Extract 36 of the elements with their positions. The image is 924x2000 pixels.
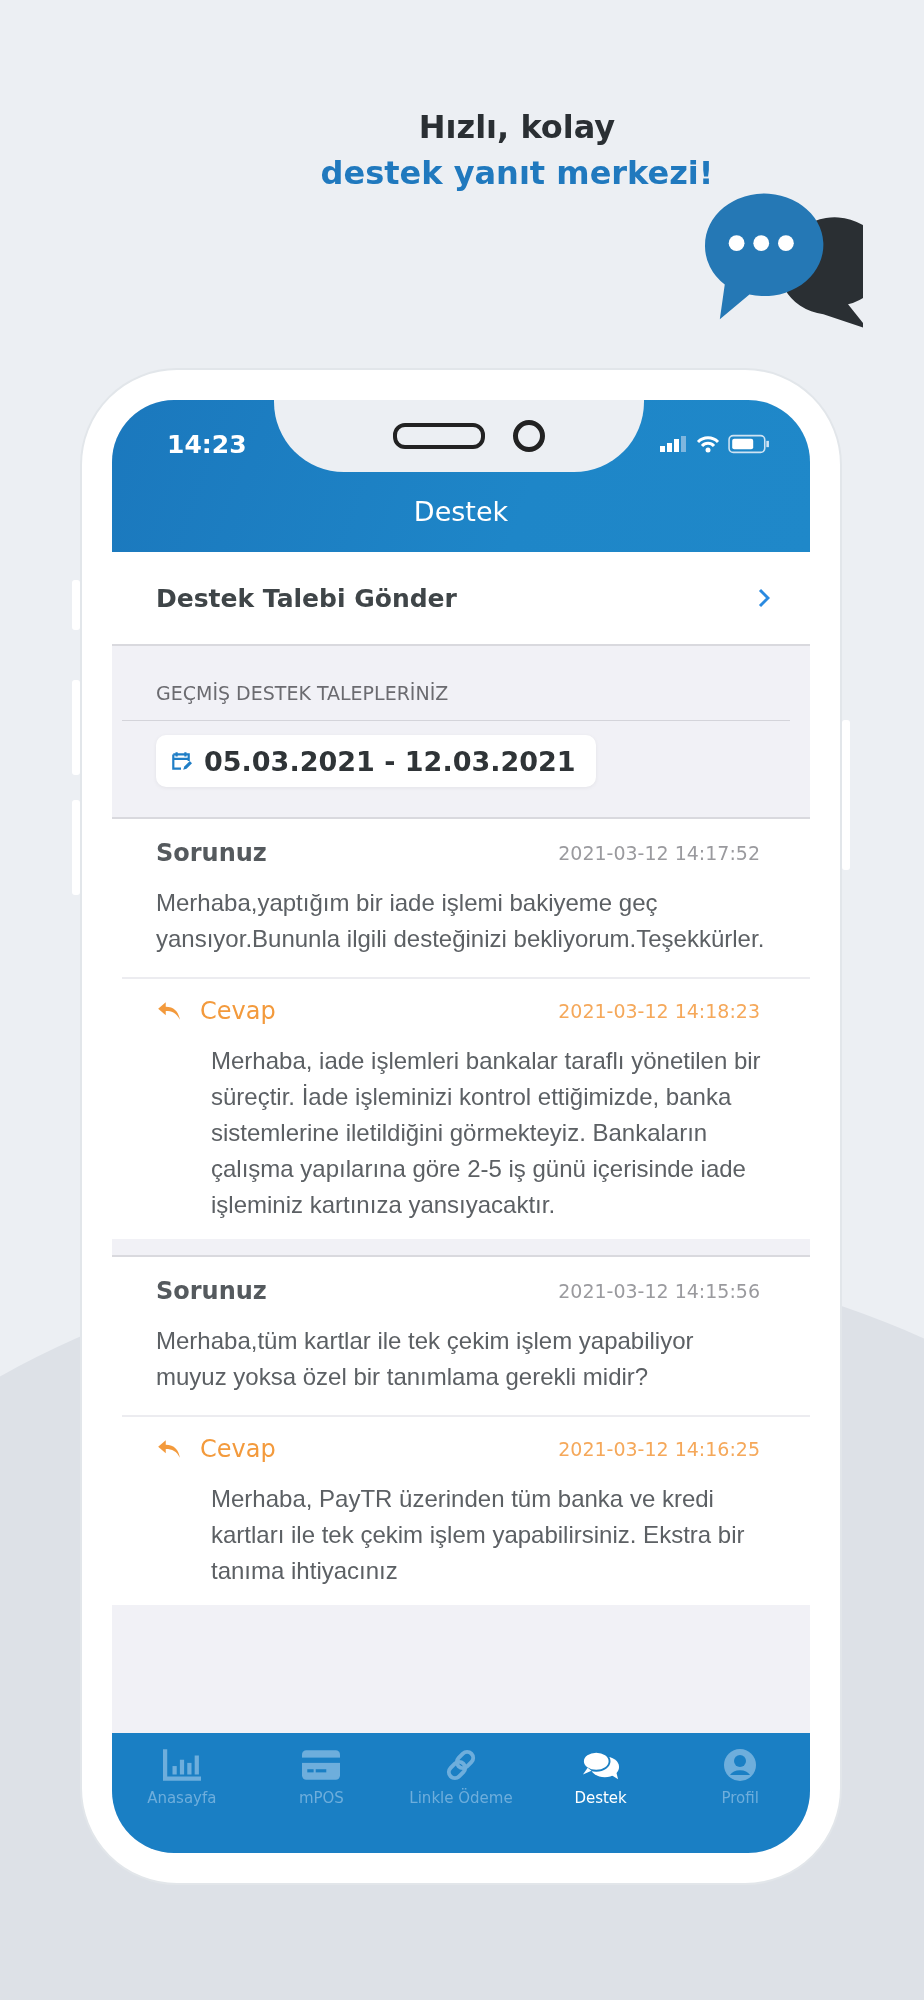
answer-text: Merhaba, iade işlemleri bankalar taraflı yönetilen bir süreçtir. İade işleminizi kontrol ettiğimizde, banka sistemlerine iletildiğini görmekteyiz. Bankaların çalışma yapılarına göre 2-5 iş günü içerisinde iade işleminiz kartınıza yansıyacaktır. xyxy=(210,1046,762,1220)
tab-bar-item[interactable]: Linkle Ödeme xyxy=(391,1733,531,1853)
question-time: 2021-03-12 14:17:52 xyxy=(558,842,760,864)
promo-headline: Hızlı, kolay xyxy=(417,108,617,146)
chevron-right-icon xyxy=(758,588,770,608)
tab-bar-item[interactable]: Profil xyxy=(670,1733,810,1853)
answer-time: 2021-03-12 14:18:23 xyxy=(558,1000,760,1022)
tab-bar-item[interactable]: Destek xyxy=(530,1733,671,1853)
section-label: GEÇMİŞ DESTEK TALEPLERİNİZ xyxy=(155,681,450,706)
send-request-row[interactable]: Destek Talebi Gönder xyxy=(112,552,810,646)
answer-label: Cevap xyxy=(200,1435,276,1463)
answer-time: 2021-03-12 14:16:25 xyxy=(558,1438,760,1460)
bar-chart-icon xyxy=(162,1749,201,1781)
tab-bar-item[interactable]: Anasayfa xyxy=(112,1733,252,1853)
signal-icon xyxy=(660,436,688,452)
screen-title: Destek xyxy=(412,494,510,529)
battery-icon xyxy=(728,434,770,454)
tab-bar-item[interactable]: mPOS xyxy=(251,1733,392,1853)
chat-bubbles-icon xyxy=(581,1749,620,1781)
question-label: Sorunuz xyxy=(156,839,267,867)
wifi-icon xyxy=(696,435,720,453)
reply-arrow-icon xyxy=(156,1438,182,1460)
speaker-icon xyxy=(393,423,485,449)
question-text: Merhaba,tüm kartlar ile tek çekim işlem yapabiliyor muyuz yoksa özel bir tanımlama gerekli midir? xyxy=(155,1326,695,1392)
credit-card-icon xyxy=(302,1749,341,1781)
date-range-picker[interactable]: 05.03.2021 - 12.03.2021 xyxy=(156,735,596,787)
question-time: 2021-03-12 14:15:56 xyxy=(558,1280,760,1302)
answer-text: Merhaba, PayTR üzerinden tüm banka ve kredi kartları ile tek çekim işlem yapabilirsiniz. Ekstra bir tanıma ihtiyacınız xyxy=(210,1484,746,1586)
reply-arrow-icon xyxy=(156,1000,182,1022)
status-time: 14:23 xyxy=(167,428,247,459)
calendar-edit-icon xyxy=(170,750,192,772)
question-text: Merhaba,yaptığım bir iade işlemi bakiyeme geç yansıyor.Bununla ilgili desteğinizi bekliyorum.Teşekkürler. xyxy=(155,888,766,954)
question-label: Sorunuz xyxy=(156,1277,267,1305)
promo-headline: destek yanıt merkezi! xyxy=(319,154,715,192)
answer-label: Cevap xyxy=(200,997,276,1025)
camera-icon xyxy=(513,420,545,452)
